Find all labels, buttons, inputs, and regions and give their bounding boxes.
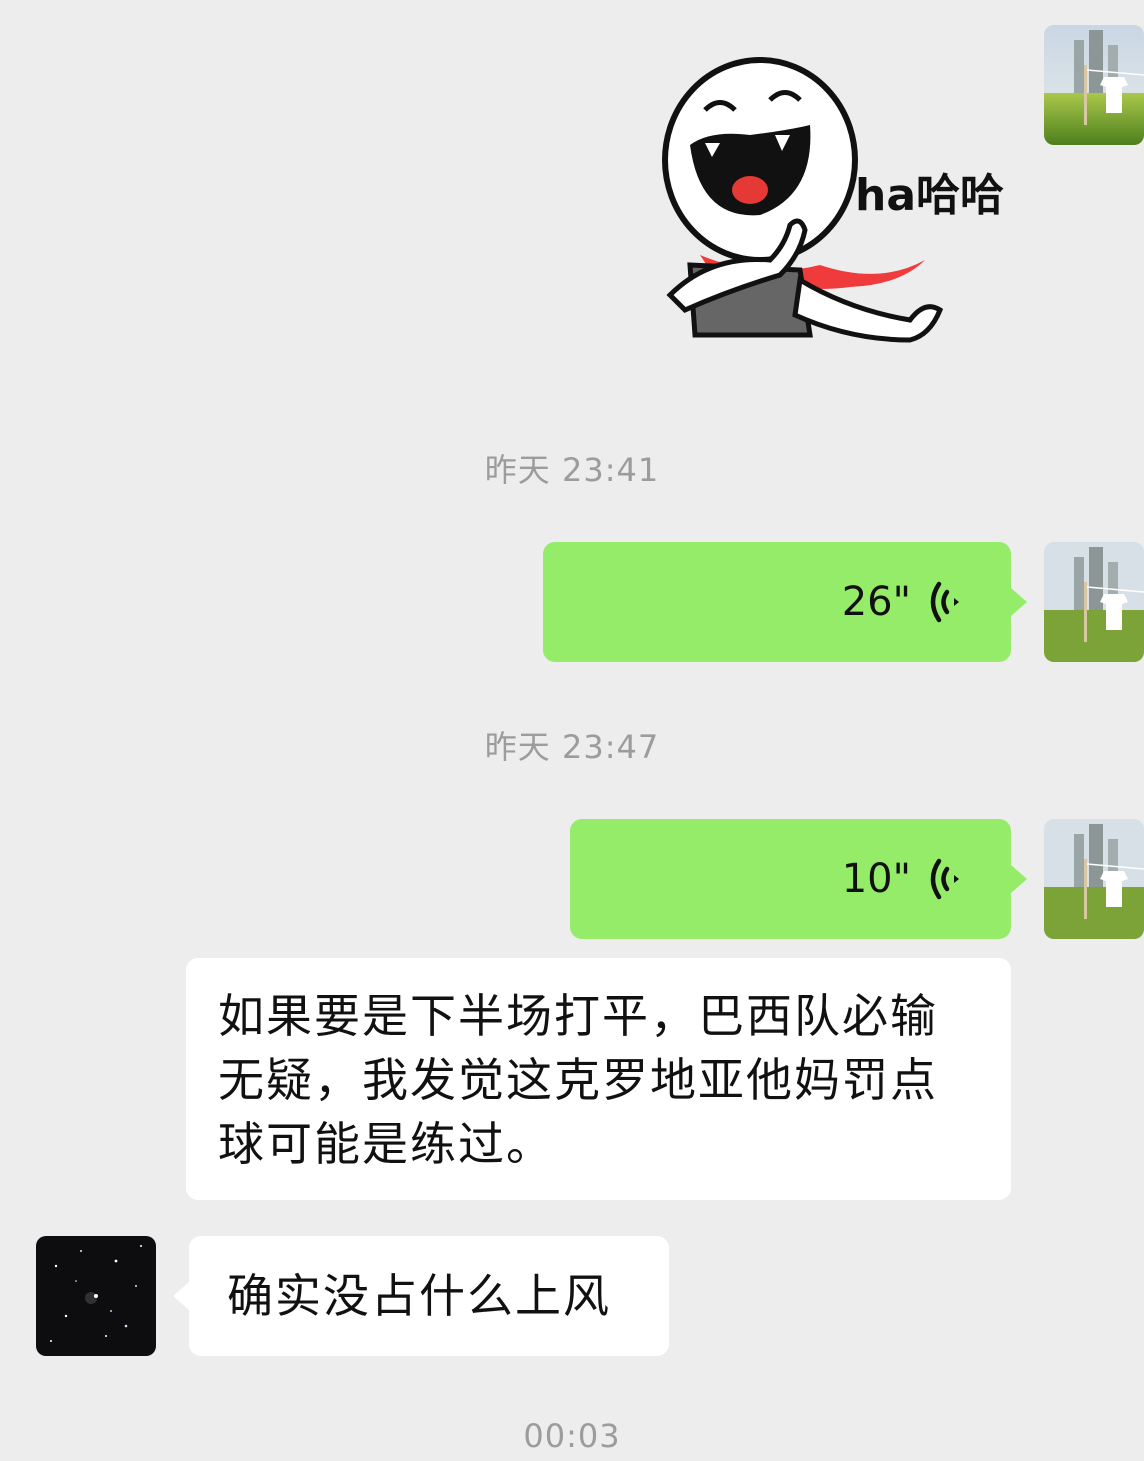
- bubble-tail: [1011, 865, 1027, 893]
- timestamp: 00:03: [523, 1417, 621, 1455]
- voice-message[interactable]: 10": [570, 819, 1011, 939]
- peer-avatar[interactable]: [36, 1236, 156, 1356]
- self-avatar[interactable]: [1044, 25, 1144, 145]
- laughing-face-sticker-icon: ha哈哈: [662, 57, 1004, 343]
- avatar-landscape-image: [1044, 25, 1144, 145]
- voice-message[interactable]: 26": [543, 542, 1011, 662]
- voice-wave-icon: [930, 581, 959, 623]
- voice-duration: 10": [841, 856, 911, 902]
- voice-duration: 26": [841, 579, 911, 625]
- avatar-landscape-image: [1044, 819, 1144, 939]
- timestamp: 昨天 23:47: [484, 728, 660, 766]
- sticker-text: ha哈哈: [855, 170, 1004, 221]
- self-avatar[interactable]: [1044, 819, 1144, 939]
- message-text: 如果要是下半场打平，巴西队必输无疑，我发觉这克罗地亚他妈罚点球可能是练过。: [218, 989, 938, 1171]
- avatar-starfield-image: [36, 1236, 156, 1356]
- self-avatar[interactable]: [1044, 542, 1144, 662]
- voice-wave-icon: [930, 858, 959, 900]
- message-text: 确实没占什么上风: [227, 1269, 611, 1323]
- avatar-landscape-image: [1044, 542, 1144, 662]
- bubble-tail: [173, 1282, 189, 1310]
- text-message[interactable]: 确实没占什么上风: [189, 1236, 669, 1356]
- sticker-message[interactable]: ha哈哈: [650, 55, 1020, 355]
- timestamp: 昨天 23:41: [484, 451, 660, 489]
- text-message[interactable]: 如果要是下半场打平，巴西队必输无疑，我发觉这克罗地亚他妈罚点球可能是练过。: [186, 958, 1011, 1200]
- bubble-tail: [1011, 588, 1027, 616]
